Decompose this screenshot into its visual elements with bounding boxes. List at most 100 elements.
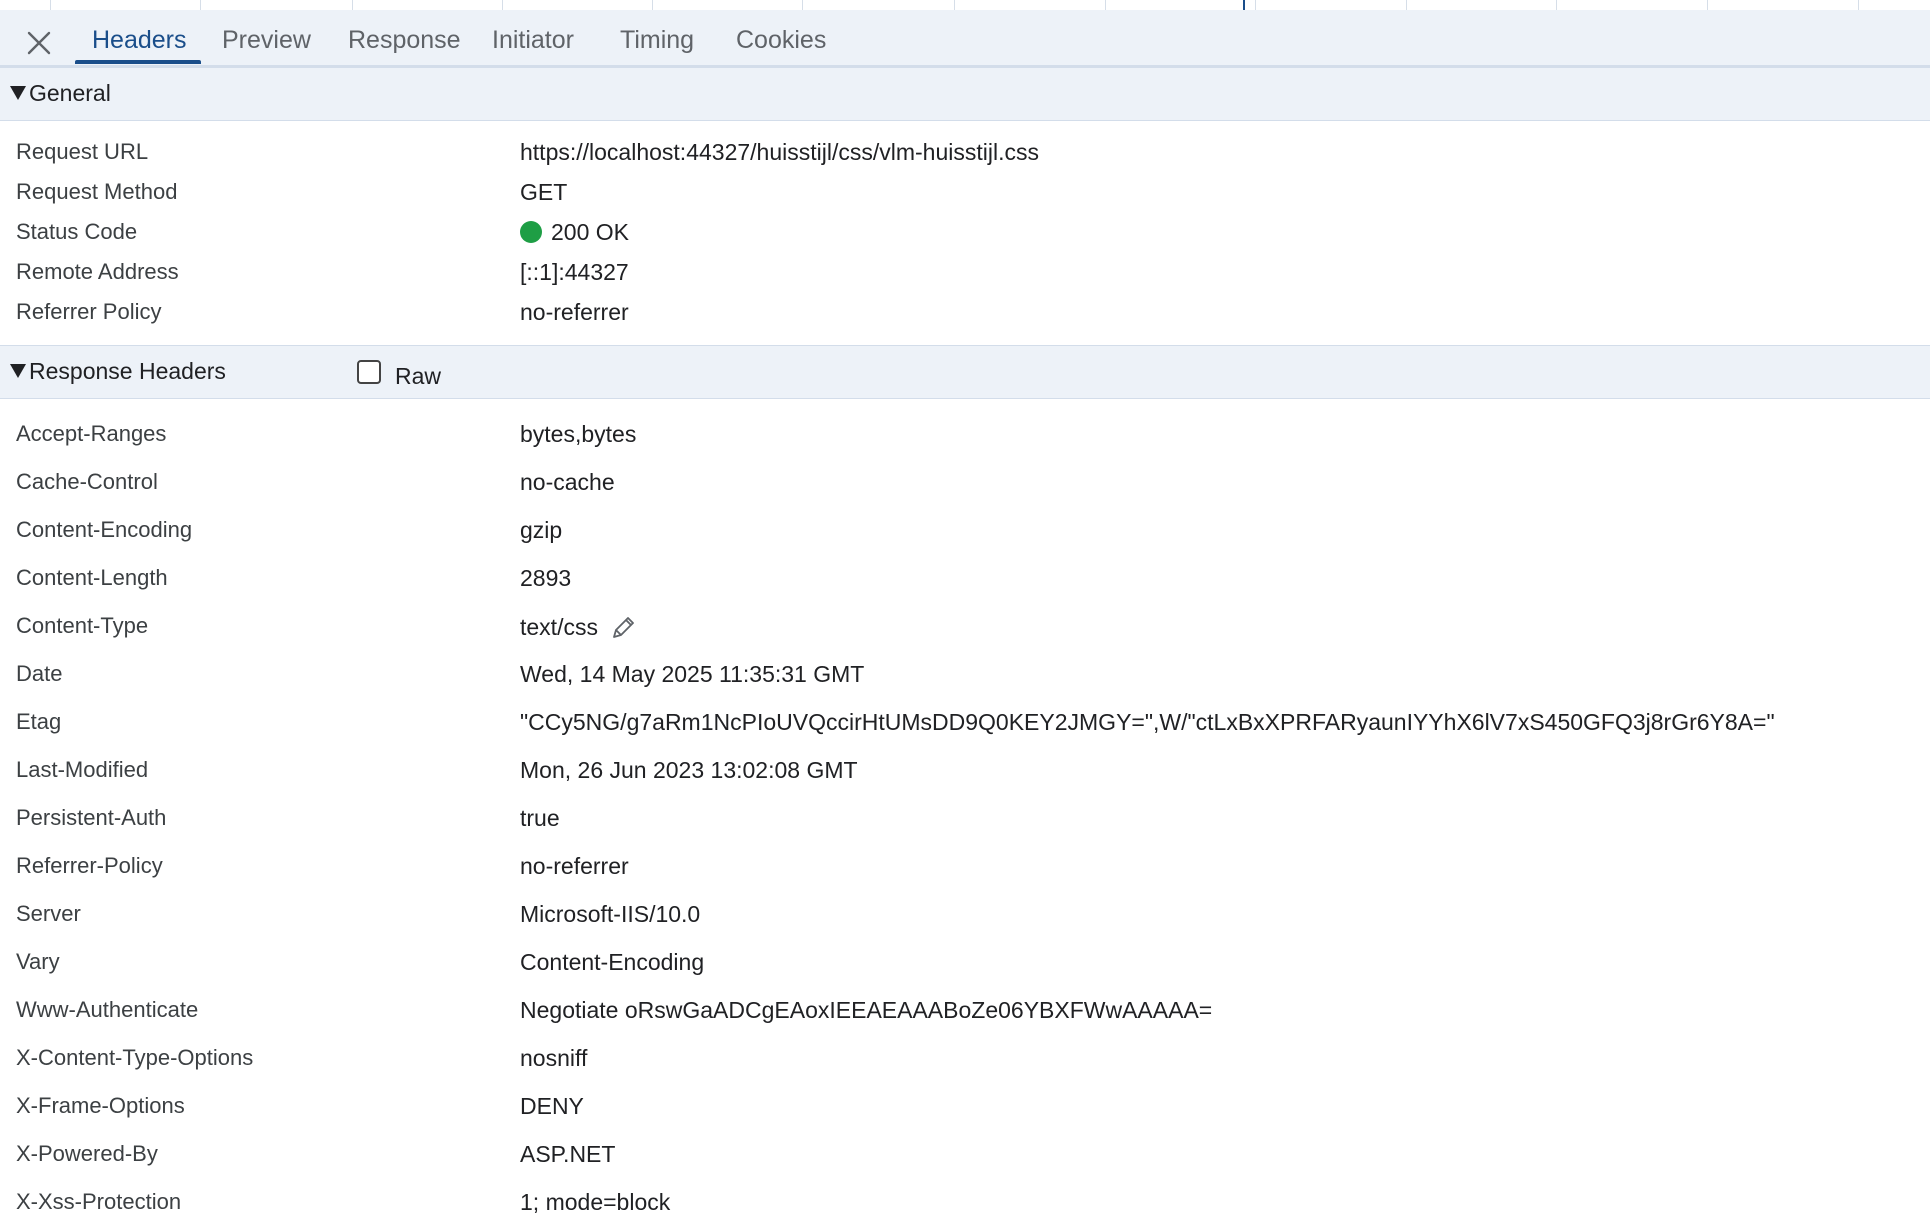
header-value: no-referrer bbox=[520, 853, 629, 879]
status-code-value: 200 OK bbox=[520, 219, 629, 246]
response-header-row: X-Content-Type-Options nosniff bbox=[0, 1045, 1930, 1085]
response-header-row: Www-Authenticate Negotiate oRswGaADCgEAo… bbox=[0, 997, 1930, 1037]
response-header-row: Content-Length 2893 bbox=[0, 565, 1930, 605]
header-name: Request Method bbox=[16, 179, 178, 204]
strip-marker bbox=[1243, 0, 1245, 10]
header-value: 2893 bbox=[520, 565, 572, 591]
strip-divider bbox=[50, 0, 51, 10]
status-dot-icon bbox=[520, 221, 542, 243]
strip-divider bbox=[1556, 0, 1557, 10]
header-name: Content-Encoding bbox=[16, 517, 193, 542]
header-value: ASP.NET bbox=[520, 1141, 616, 1167]
header-name: Last-Modified bbox=[16, 757, 149, 782]
header-value: 1; mode=block bbox=[520, 1189, 671, 1215]
response-header-row: Date Wed, 14 May 2025 11:35:31 GMT bbox=[0, 661, 1930, 701]
header-value: DENY bbox=[520, 1093, 584, 1119]
tab-headers[interactable]: Headers bbox=[92, 26, 187, 55]
raw-label[interactable]: Raw bbox=[395, 363, 441, 390]
response-header-row: Server Microsoft-IIS/10.0 bbox=[0, 901, 1930, 941]
header-value: Content-Encoding bbox=[520, 949, 705, 975]
close-icon[interactable] bbox=[20, 24, 58, 62]
header-value: https://localhost:44327/huisstijl/css/vl… bbox=[520, 139, 1039, 165]
pencil-icon[interactable] bbox=[608, 613, 638, 643]
triangle-down-icon[interactable] bbox=[10, 364, 26, 378]
response-header-row: Etag "CCy5NG/g7aRm1NcPIoUVQccirHtUMsDD9Q… bbox=[0, 709, 1930, 749]
header-name: Request URL bbox=[16, 139, 149, 164]
header-value: no-cache bbox=[520, 469, 615, 495]
general-section-header[interactable]: General bbox=[0, 67, 1930, 121]
strip-divider bbox=[1105, 0, 1106, 10]
header-name: X-Frame-Options bbox=[16, 1093, 185, 1118]
general-row: Referrer Policy no-referrer bbox=[0, 299, 1930, 339]
header-value: nosniff bbox=[520, 1045, 588, 1071]
header-name: X-Xss-Protection bbox=[16, 1189, 182, 1214]
header-name: Vary bbox=[16, 949, 60, 974]
tab-timing[interactable]: Timing bbox=[620, 26, 694, 55]
strip-divider bbox=[802, 0, 803, 10]
header-value: GET bbox=[520, 179, 568, 205]
response-header-row: Referrer-Policy no-referrer bbox=[0, 853, 1930, 893]
response-header-row: Persistent-Auth true bbox=[0, 805, 1930, 845]
response-header-row: X-Frame-Options DENY bbox=[0, 1093, 1930, 1133]
header-name: X-Content-Type-Options bbox=[16, 1045, 254, 1070]
details-tab-bar: Headers Preview Response Initiator Timin… bbox=[0, 10, 1930, 67]
strip-divider bbox=[954, 0, 955, 10]
header-value: [::1]:44327 bbox=[520, 259, 629, 285]
strip-divider bbox=[652, 0, 653, 10]
general-row: Request URL https://localhost:44327/huis… bbox=[0, 139, 1930, 179]
tab-initiator[interactable]: Initiator bbox=[492, 26, 574, 55]
header-name: Cache-Control bbox=[16, 469, 158, 494]
header-name: Accept-Ranges bbox=[16, 421, 167, 446]
response-header-row: Accept-Ranges bytes,bytes bbox=[0, 421, 1930, 461]
header-value: true bbox=[520, 805, 560, 831]
response-header-row: Cache-Control no-cache bbox=[0, 469, 1930, 509]
header-name: Etag bbox=[16, 709, 62, 734]
response-header-row: Content-Encoding gzip bbox=[0, 517, 1930, 557]
strip-divider bbox=[352, 0, 353, 10]
header-value: Wed, 14 May 2025 11:35:31 GMT bbox=[520, 661, 865, 687]
response-header-row: Vary Content-Encoding bbox=[0, 949, 1930, 989]
response-header-row: X-Powered-By ASP.NET bbox=[0, 1141, 1930, 1181]
content-type-value: text/css bbox=[520, 613, 638, 643]
strip-divider bbox=[502, 0, 503, 10]
tab-cookies[interactable]: Cookies bbox=[736, 26, 826, 55]
header-name: X-Powered-By bbox=[16, 1141, 158, 1166]
general-row: Remote Address [::1]:44327 bbox=[0, 259, 1930, 299]
response-header-row: Content-Type text/css bbox=[0, 613, 1930, 653]
header-value: no-referrer bbox=[520, 299, 629, 325]
header-name: Www-Authenticate bbox=[16, 997, 199, 1022]
strip-divider bbox=[200, 0, 201, 10]
general-row: Request Method GET bbox=[0, 179, 1930, 219]
header-name: Persistent-Auth bbox=[16, 805, 167, 830]
tab-preview[interactable]: Preview bbox=[222, 26, 311, 55]
header-name: Server bbox=[16, 901, 81, 926]
header-value: "CCy5NG/g7aRm1NcPIoUVQccirHtUMsDD9Q0KEY2… bbox=[520, 709, 1775, 735]
strip-divider bbox=[1858, 0, 1859, 10]
section-title: General bbox=[29, 80, 111, 106]
active-tab-indicator bbox=[75, 60, 201, 64]
strip-divider bbox=[1406, 0, 1407, 10]
response-header-row: Last-Modified Mon, 26 Jun 2023 13:02:08 … bbox=[0, 757, 1930, 797]
strip-divider bbox=[1707, 0, 1708, 10]
raw-checkbox[interactable] bbox=[357, 360, 381, 384]
tab-response[interactable]: Response bbox=[348, 26, 461, 55]
header-name: Remote Address bbox=[16, 259, 179, 284]
header-name: Date bbox=[16, 661, 63, 686]
header-name: Content-Type bbox=[16, 613, 149, 638]
header-value: gzip bbox=[520, 517, 563, 543]
header-value: Microsoft-IIS/10.0 bbox=[520, 901, 701, 927]
header-name: Referrer-Policy bbox=[16, 853, 163, 878]
header-value: Mon, 26 Jun 2023 13:02:08 GMT bbox=[520, 757, 858, 783]
response-header-row: X-Xss-Protection 1; mode=block bbox=[0, 1189, 1930, 1229]
general-row: Status Code 200 OK bbox=[0, 219, 1930, 259]
triangle-down-icon[interactable] bbox=[10, 86, 26, 100]
header-name: Status Code bbox=[16, 219, 138, 244]
strip-divider bbox=[1255, 0, 1256, 10]
header-name: Content-Length bbox=[16, 565, 168, 590]
header-value: bytes,bytes bbox=[520, 421, 637, 447]
header-value: Negotiate oRswGaADCgEAoxIEEAEAAABoZe06YB… bbox=[520, 997, 1213, 1023]
section-title: Response Headers bbox=[29, 358, 226, 384]
status-text: 200 OK bbox=[551, 219, 629, 245]
response-headers-section-header[interactable]: Response Headers Raw bbox=[0, 345, 1930, 399]
header-name: Referrer Policy bbox=[16, 299, 162, 324]
